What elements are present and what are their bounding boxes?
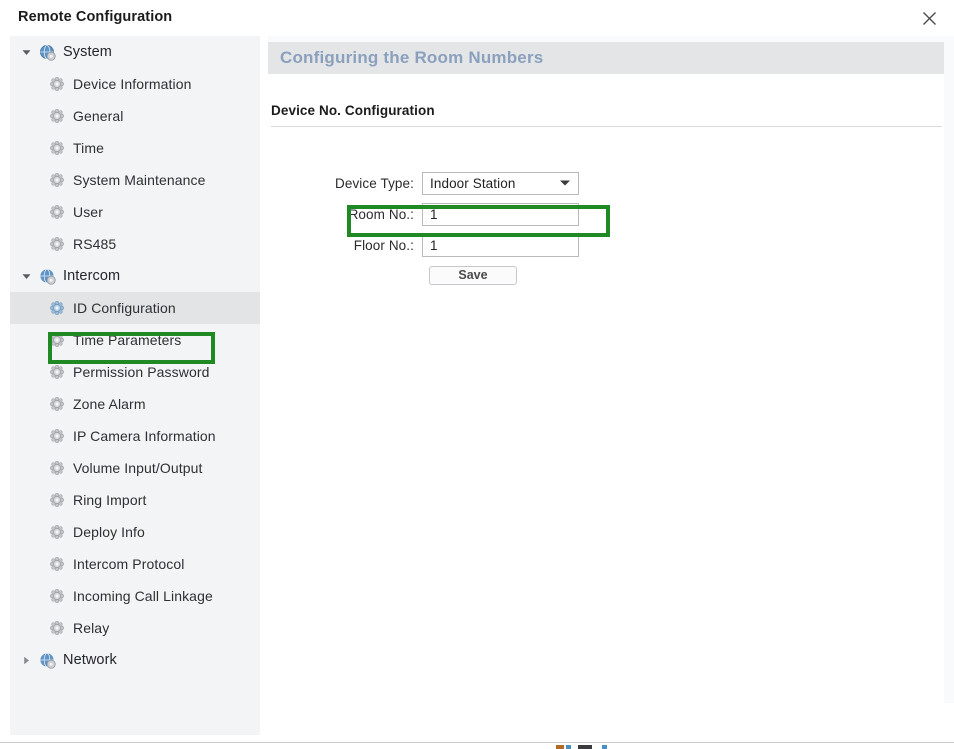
gear-icon — [48, 395, 66, 413]
sidebar-item-label: RS485 — [73, 236, 117, 252]
globe-gear-icon — [38, 651, 56, 669]
sidebar-item-label: General — [73, 108, 124, 124]
sidebar-item-label: Ring Import — [73, 492, 147, 508]
sidebar-item-general[interactable]: General — [10, 100, 260, 132]
floor-no-input[interactable] — [422, 233, 579, 257]
sidebar-item-deploy-info[interactable]: Deploy Info — [10, 516, 260, 548]
sidebar-item-label: Permission Password — [73, 364, 210, 380]
sidebar-item-label: System Maintenance — [73, 172, 206, 188]
sidebar-item-ring-import[interactable]: Ring Import — [10, 484, 260, 516]
sidebar-item-system-maintenance[interactable]: System Maintenance — [10, 164, 260, 196]
sidebar-item-ip-camera-information[interactable]: IP Camera Information — [10, 420, 260, 452]
device-type-select[interactable]: Indoor Station — [422, 171, 579, 195]
sidebar-item-volume-input-output[interactable]: Volume Input/Output — [10, 452, 260, 484]
sidebar-item-label: Zone Alarm — [73, 396, 146, 412]
sidebar-item-permission-password[interactable]: Permission Password — [10, 356, 260, 388]
gear-icon — [48, 491, 66, 509]
sidebar-item-time-parameters[interactable]: Time Parameters — [10, 324, 260, 356]
sidebar-group-network[interactable]: Network — [10, 644, 260, 676]
sidebar-item-label: User — [73, 204, 103, 220]
gear-icon — [48, 107, 66, 125]
device-type-value: Indoor Station — [430, 175, 516, 191]
sidebar-group-system[interactable]: System — [10, 36, 260, 68]
sidebar-item-label: Incoming Call Linkage — [73, 588, 213, 604]
gear-icon — [48, 587, 66, 605]
close-button[interactable] — [914, 4, 944, 32]
sidebar-item-time[interactable]: Time — [10, 132, 260, 164]
sidebar-item-label: Deploy Info — [73, 524, 145, 540]
sidebar-item-incoming-call-linkage[interactable]: Incoming Call Linkage — [10, 580, 260, 612]
sidebar-item-zone-alarm[interactable]: Zone Alarm — [10, 388, 260, 420]
gear-icon — [48, 139, 66, 157]
sidebar-item-label: ID Configuration — [73, 300, 176, 316]
device-type-label: Device Type: — [335, 175, 414, 191]
gear-icon — [48, 171, 66, 189]
window-title: Remote Configuration — [18, 9, 173, 25]
sidebar-item-label: IP Camera Information — [73, 428, 216, 444]
close-icon — [922, 11, 937, 26]
gear-icon — [48, 555, 66, 573]
sidebar-group-label: Intercom — [63, 268, 121, 284]
device-type-row: Device Type: Indoor Station — [268, 170, 579, 196]
title-bar: Remote Configuration — [0, 0, 954, 36]
sidebar-group-label: System — [63, 44, 112, 60]
sidebar-item-label: Device Information — [73, 76, 192, 92]
sidebar-item-label: Intercom Protocol — [73, 556, 185, 572]
sidebar-item-device-information[interactable]: Device Information — [10, 68, 260, 100]
section-divider — [271, 126, 942, 127]
bottom-clipped-content — [556, 745, 616, 749]
gear-icon — [48, 427, 66, 445]
sidebar-item-user[interactable]: User — [10, 196, 260, 228]
sidebar-item-label: Time — [73, 140, 104, 156]
save-button[interactable]: Save — [429, 266, 517, 285]
sidebar-tree[interactable]: System Device Information General Time S… — [10, 36, 260, 735]
gear-icon — [48, 75, 66, 93]
page-title: Configuring the Room Numbers — [280, 48, 544, 67]
sidebar-item-label: Time Parameters — [73, 332, 182, 348]
sidebar-item-label: Volume Input/Output — [73, 460, 203, 476]
sidebar-item-relay[interactable]: Relay — [10, 612, 260, 644]
sidebar-item-rs485[interactable]: RS485 — [10, 228, 260, 260]
floor-no-row: Floor No.: — [268, 232, 579, 258]
gear-icon — [48, 299, 66, 317]
panel-header: Configuring the Room Numbers — [268, 42, 944, 74]
main-panel: Configuring the Room Numbers Device No. … — [268, 36, 954, 703]
section-title: Device No. Configuration — [271, 103, 435, 118]
gear-icon — [48, 203, 66, 221]
chevron-down-icon[interactable] — [18, 268, 34, 284]
globe-gear-icon — [38, 267, 56, 285]
gear-icon — [48, 235, 66, 253]
sidebar-group-intercom[interactable]: Intercom — [10, 260, 260, 292]
sidebar-item-id-configuration[interactable]: ID Configuration — [10, 292, 260, 324]
floor-no-label: Floor No.: — [353, 237, 414, 253]
globe-gear-icon — [38, 43, 56, 61]
chevron-down-icon[interactable] — [18, 44, 34, 60]
panel-body: Device No. Configuration Device Type: In… — [268, 74, 944, 703]
chevron-right-icon[interactable] — [18, 652, 34, 668]
chevron-down-icon — [560, 180, 570, 186]
sidebar-item-intercom-protocol[interactable]: Intercom Protocol — [10, 548, 260, 580]
gear-icon — [48, 523, 66, 541]
bottom-divider — [0, 742, 954, 743]
gear-icon — [48, 363, 66, 381]
room-no-row: Room No.: — [268, 201, 579, 227]
gear-icon — [48, 619, 66, 637]
gear-icon — [48, 331, 66, 349]
room-no-label: Room No.: — [348, 206, 414, 222]
room-no-input[interactable] — [422, 202, 579, 226]
gear-icon — [48, 459, 66, 477]
sidebar-item-label: Relay — [73, 620, 110, 636]
sidebar-group-label: Network — [63, 652, 117, 668]
